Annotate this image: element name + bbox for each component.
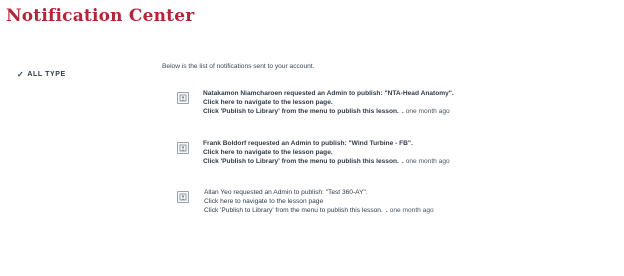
notification-message: Frank Boldorf requested an Admin to publ… (203, 140, 413, 147)
notification-message: Natakamon Niamcharoen requested an Admin… (203, 90, 454, 97)
notification-message: Allan Yeo requested an Admin to publish:… (204, 189, 368, 196)
notification-time: one month ago (405, 108, 450, 115)
notification-item[interactable]: Allan Yeo requested an Admin to publish:… (177, 188, 434, 215)
filter-all-type[interactable]: ✓ ALL TYPE (17, 70, 66, 79)
notification-instruction: Click 'Publish to Library' from the menu… (203, 158, 399, 165)
page-title: Notification Center (6, 6, 195, 26)
check-icon: ✓ (17, 70, 25, 79)
notification-instruction: Click 'Publish to Library' from the menu… (204, 207, 383, 214)
notification-item[interactable]: Natakamon Niamcharoen requested an Admin… (177, 89, 454, 116)
notification-time: one month ago (389, 207, 434, 214)
lesson-icon (177, 142, 189, 154)
lesson-page-link[interactable]: Click here to navigate to the lesson pag… (203, 98, 454, 107)
notification-instruction: Click 'Publish to Library' from the menu… (203, 108, 399, 115)
intro-text: Below is the list of notifications sent … (162, 63, 315, 70)
notification-item[interactable]: Frank Boldorf requested an Admin to publ… (177, 139, 450, 166)
lesson-icon (177, 92, 189, 104)
lesson-icon (177, 191, 189, 203)
lesson-page-link[interactable]: Click here to navigate to the lesson pag… (204, 197, 434, 206)
lesson-page-link[interactable]: Click here to navigate to the lesson pag… (203, 148, 450, 157)
filter-label: ALL TYPE (27, 71, 66, 78)
notification-time: one month ago (405, 158, 450, 165)
